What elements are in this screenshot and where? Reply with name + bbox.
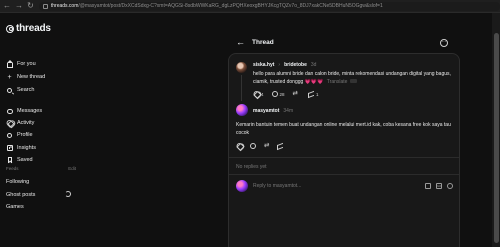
sidebar-item-activity[interactable]: Activity: [6, 118, 34, 128]
profile-icon: [6, 132, 13, 139]
comment-button[interactable]: [250, 143, 256, 150]
feeds-edit-link[interactable]: Edit: [68, 166, 76, 171]
post-text: hello para alumni bride dan calon bride,…: [253, 71, 453, 86]
emoji-icon[interactable]: [447, 183, 453, 189]
reply-separator-icon: ›: [278, 62, 281, 68]
post-header: siska.hyt › bridetobe 3d: [253, 62, 316, 68]
share-icon: [277, 143, 283, 149]
no-replies-text: No replies yet: [236, 164, 267, 170]
gif-icon[interactable]: GIF: [436, 183, 442, 189]
sidebar-item-saved[interactable]: Saved: [6, 155, 33, 165]
feed-item-following[interactable]: Following: [6, 179, 29, 185]
sidebar-item-insights[interactable]: Insights: [6, 143, 36, 153]
avatar: [236, 180, 248, 192]
feeds-label: Feeds: [6, 166, 19, 171]
post-actions: 4 28 ⇄ 1: [253, 90, 319, 98]
comment-button[interactable]: 28: [271, 91, 285, 98]
reply-composer[interactable]: Reply to masyamtot... GIF: [250, 180, 453, 192]
sidebar-item-label: Activity: [17, 120, 35, 126]
post-time: 34m: [283, 108, 294, 114]
translate-icon: [349, 79, 357, 84]
sidebar-item-label: Profile: [17, 132, 33, 138]
community-name[interactable]: bridetobe: [284, 62, 307, 68]
back-arrow-icon[interactable]: ←: [236, 37, 245, 47]
sidebar-item-label: Insights: [17, 145, 36, 151]
divider: [229, 157, 459, 158]
lock-icon: [42, 3, 48, 9]
reply-input[interactable]: Reply to masyamtot...: [253, 183, 425, 189]
comment-icon: [271, 91, 278, 98]
repost-button[interactable]: ⇄: [292, 90, 300, 98]
feeds-header: Feeds Edit: [6, 166, 76, 171]
repost-button[interactable]: ⇄: [264, 142, 270, 150]
ghost-timer-icon: [65, 191, 71, 197]
sidebar-item-label: Messages: [17, 108, 43, 114]
threads-logo-icon: [6, 24, 14, 33]
sidebar-item-for-you[interactable]: For you: [6, 59, 36, 69]
sidebar-item-label: For you: [17, 61, 36, 67]
translate-link[interactable]: Translate: [327, 79, 348, 85]
scrollbar[interactable]: [492, 13, 500, 247]
search-icon: [6, 87, 13, 94]
repost-icon: ⇄: [292, 90, 298, 97]
page-title: Thread: [252, 39, 274, 46]
repost-icon: ⇄: [264, 142, 270, 149]
thread-connector-line: [241, 75, 242, 101]
sidebar-item-label: Search: [17, 87, 35, 93]
heart-icon: [6, 120, 13, 127]
sidebar-item-label: Saved: [17, 157, 33, 163]
username[interactable]: masyamtot: [253, 108, 279, 114]
like-button[interactable]: 4: [253, 91, 264, 97]
share-button[interactable]: 1: [308, 91, 319, 97]
bookmark-icon: [6, 157, 13, 164]
sidebar-item-messages[interactable]: Messages: [6, 106, 42, 116]
post-text: Kemarin bantuin temen buat undangan onli…: [236, 122, 451, 136]
heart-icon: [253, 91, 259, 97]
share-button[interactable]: [277, 143, 283, 149]
post-time: 3d: [310, 62, 317, 68]
share-icon: [308, 91, 314, 97]
messages-icon: [6, 108, 13, 115]
threads-logo[interactable]: threads: [6, 23, 51, 34]
reload-icon[interactable]: ↻: [27, 2, 34, 10]
thread-header: ← Thread ···: [228, 34, 460, 52]
sidebar-item-new-thread[interactable]: + New thread: [6, 72, 45, 82]
feed-item-ghost-posts[interactable]: Ghost posts: [6, 192, 35, 198]
share-count: 1: [315, 91, 319, 97]
url-text: threads.com/@masyamtot/post/DxXCdSdxg-C?…: [50, 3, 383, 9]
comment-icon: [250, 143, 256, 150]
browser-toolbar: ← → ↻ threads.com/@masyamtot/post/DxXCdS…: [0, 0, 500, 13]
heart-emoji: 💗💗💗: [304, 78, 324, 85]
comment-count: 28: [279, 91, 285, 97]
reply-toolbar: GIF: [425, 183, 453, 189]
more-options-icon[interactable]: ···: [440, 39, 448, 47]
divider: [229, 174, 459, 175]
like-button[interactable]: [236, 143, 242, 149]
sidebar-item-profile[interactable]: Profile: [6, 130, 33, 140]
sidebar-item-label: New thread: [17, 74, 46, 80]
forward-nav-icon[interactable]: →: [15, 2, 23, 10]
post-header: masyamtot 34m: [253, 108, 293, 114]
sidebar-item-search[interactable]: Search: [6, 85, 34, 95]
image-icon[interactable]: [425, 183, 431, 189]
heart-icon: [236, 143, 242, 149]
home-icon: [6, 59, 13, 68]
plus-icon: +: [7, 73, 12, 81]
username[interactable]: siska.hyt: [253, 62, 274, 68]
back-nav-icon[interactable]: ←: [3, 2, 11, 10]
avatar[interactable]: [236, 62, 247, 73]
scrollbar-thumb[interactable]: [493, 33, 499, 243]
address-bar[interactable]: threads.com/@masyamtot/post/DxXCdSdxg-C?…: [38, 1, 500, 11]
post-actions: ⇄: [236, 142, 283, 150]
logo-text: threads: [16, 23, 51, 34]
feed-item-games[interactable]: Games: [6, 204, 24, 210]
insights-icon: [6, 145, 13, 152]
avatar[interactable]: [236, 104, 248, 116]
